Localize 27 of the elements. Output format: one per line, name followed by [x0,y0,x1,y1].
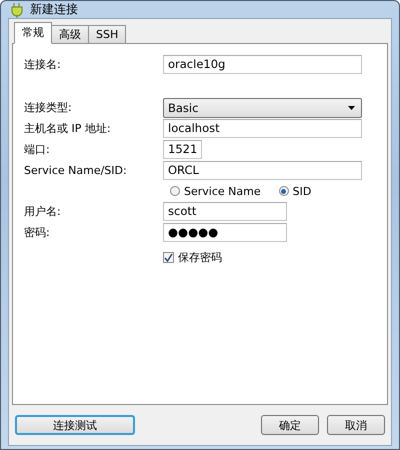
type-dropdown[interactable]: Basic [163,98,362,118]
input-field[interactable]: ORCL [163,161,362,180]
input-field[interactable]: localhost [163,119,362,138]
tab[interactable]: 高级 [51,25,89,43]
tab[interactable]: 常规 [14,22,52,44]
input-field[interactable]: 1521 [163,140,202,159]
save-password-checkbox[interactable]: 保存密码 [163,250,222,265]
input-field[interactable]: ●●●●● [163,223,287,242]
field-label: 用户名: [24,204,62,219]
checkmark-icon [164,253,173,262]
radio-option[interactable]: SID [278,184,312,198]
test-connection-button[interactable]: 连接测试 [15,415,135,435]
field-label: 端口: [24,142,51,157]
caret-icon [348,106,355,110]
window-title: 新建连接 [30,1,78,18]
input-field[interactable]: scott [163,202,287,221]
field-label: 连接类型: [24,100,73,115]
input-field[interactable]: oracle10g [163,55,362,74]
tab[interactable]: SSH [88,25,126,43]
field-label: 主机名或 IP 地址: [24,121,112,136]
plug-icon [10,2,24,18]
dialog-button[interactable]: 取消 [327,415,385,435]
field-label: Service Name/SID: [24,164,128,177]
radio-option[interactable]: Service Name [170,184,261,198]
field-label: 连接名: [24,57,62,72]
field-label: 密码: [24,225,51,240]
dialog-button[interactable]: 确定 [261,415,319,435]
